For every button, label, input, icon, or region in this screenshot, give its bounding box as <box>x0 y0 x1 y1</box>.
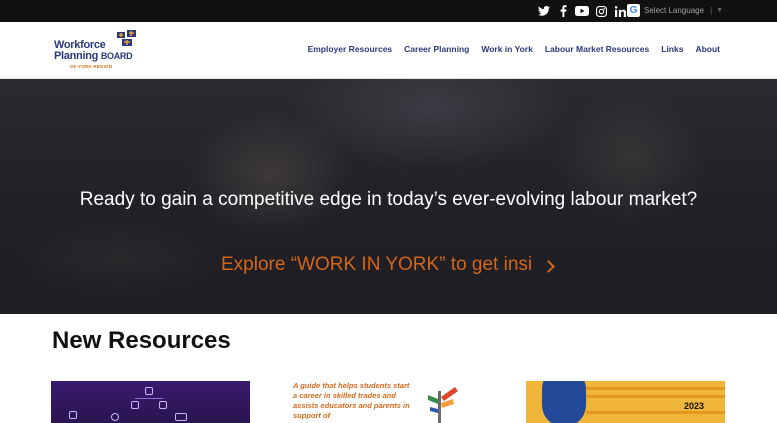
divider <box>586 395 725 398</box>
resource-card-3-year: 2023 <box>684 401 705 411</box>
logo-text-board: BOARD <box>100 51 133 61</box>
hero-heading: Ready to gain a competitive edge in toda… <box>79 189 698 210</box>
network-node-icon <box>131 401 139 409</box>
nav-employer-resources[interactable]: Employer Resources <box>308 44 393 54</box>
hero-banner: Ready to gain a competitive edge in toda… <box>0 79 777 314</box>
language-selector[interactable]: G Select Language | ▼ <box>627 4 723 17</box>
hero-cta-label: Explore “WORK IN YORK” to get insi <box>221 254 533 275</box>
network-node-icon <box>69 411 77 419</box>
logo-text-line2: Planning BOARD <box>54 50 133 62</box>
chevron-right-icon <box>542 260 555 273</box>
top-bar: G Select Language | ▼ <box>0 0 777 22</box>
logo-mark-icon <box>117 30 136 46</box>
resource-card-2-text: A guide that helps students start a care… <box>293 381 410 420</box>
youtube-icon[interactable] <box>575 4 589 18</box>
monitor-icon <box>175 413 187 421</box>
divider: | <box>710 6 713 15</box>
resource-card-3[interactable]: 2023 <box>526 381 725 423</box>
signpost-icon <box>428 387 458 423</box>
resource-card-1[interactable] <box>51 381 250 423</box>
linkedin-icon[interactable] <box>613 4 627 18</box>
chevron-down-icon: ▼ <box>716 7 724 14</box>
divider <box>135 398 163 399</box>
twitter-icon[interactable] <box>537 4 551 18</box>
resource-card-2[interactable]: A guide that helps students start a care… <box>289 381 488 423</box>
nav-links[interactable]: Links <box>661 44 683 54</box>
logo-text-line3: OF YORK REGION <box>70 64 113 69</box>
person-silhouette-icon <box>542 381 586 423</box>
facebook-icon[interactable] <box>556 4 570 18</box>
nav-labour-market-resources[interactable]: Labour Market Resources <box>545 44 649 54</box>
social-links <box>537 4 627 18</box>
network-node-icon <box>145 387 153 395</box>
nav-career-planning[interactable]: Career Planning <box>404 44 469 54</box>
instagram-icon[interactable] <box>594 4 608 18</box>
new-resources-heading: New Resources <box>52 327 231 354</box>
lightbulb-icon <box>111 413 119 421</box>
network-node-icon <box>159 401 167 409</box>
language-selector-label: Select Language <box>644 6 705 15</box>
hero-cta-link[interactable]: Explore “WORK IN YORK” to get insi <box>221 254 555 276</box>
logo-text-planning: Planning <box>54 50 101 62</box>
divider <box>586 411 725 414</box>
logo[interactable]: Workforce Planning BOARD OF YORK REGION <box>54 30 146 74</box>
nav-about[interactable]: About <box>695 44 720 54</box>
site-header: Workforce Planning BOARD OF YORK REGION … <box>0 22 777 79</box>
divider <box>586 387 725 390</box>
google-translate-icon: G <box>627 4 640 17</box>
main-nav: Employer Resources Career Planning Work … <box>308 44 720 54</box>
nav-work-in-york[interactable]: Work in York <box>481 44 533 54</box>
